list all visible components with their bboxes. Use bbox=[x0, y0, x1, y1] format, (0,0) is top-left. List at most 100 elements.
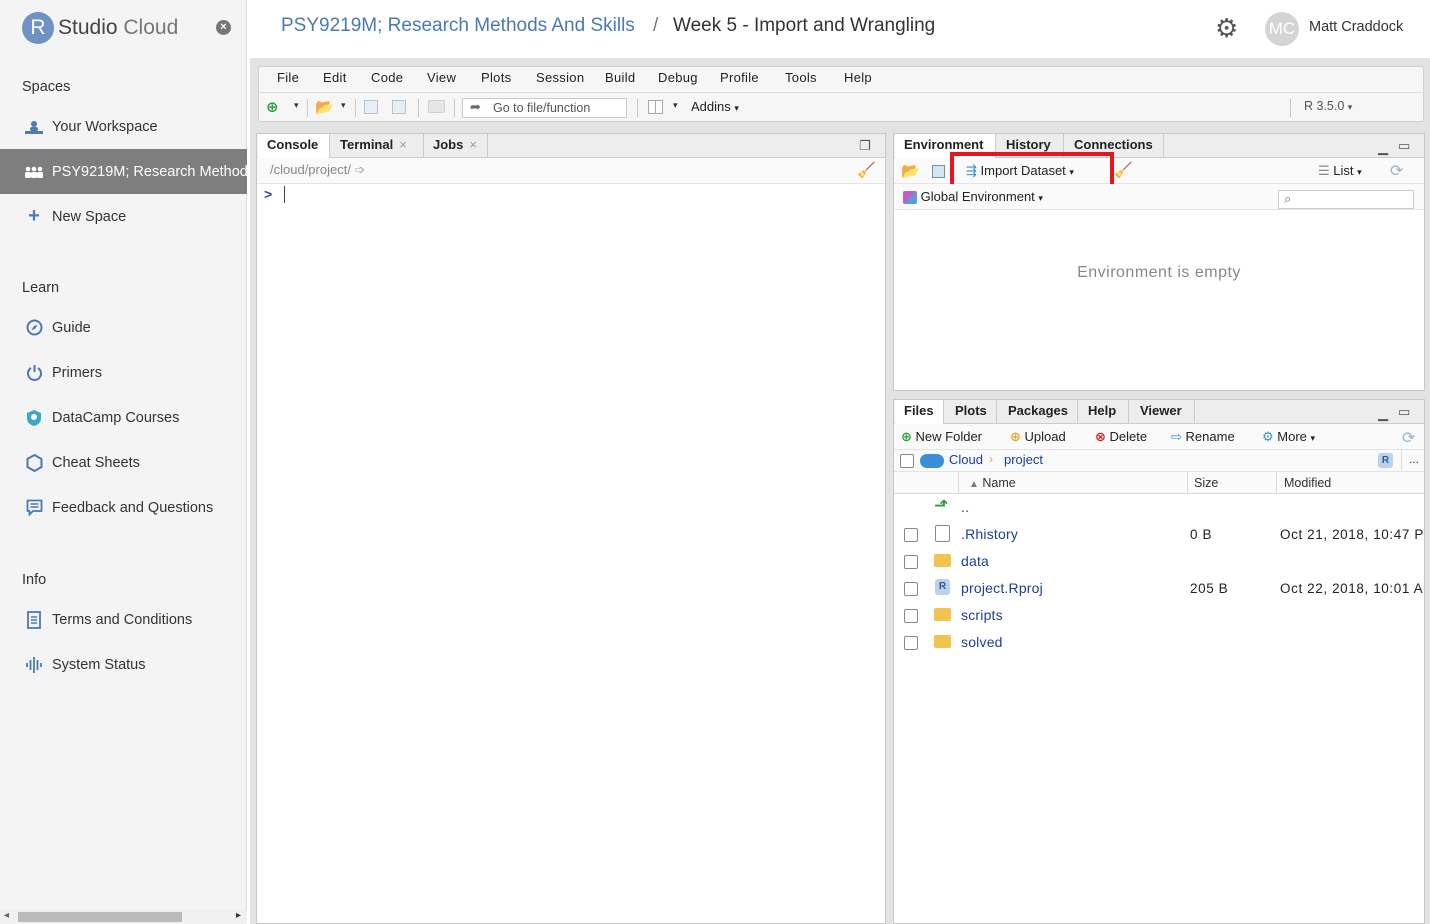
maximize-pane-icon[interactable]: ▭ bbox=[1398, 404, 1410, 420]
column-size[interactable]: Size bbox=[1194, 476, 1218, 490]
upload-button[interactable]: ⊕ Upload bbox=[1010, 429, 1066, 445]
breadcrumb-space-link[interactable]: PSY9219M; Research Methods And Skills bbox=[281, 15, 635, 37]
sidebar-item-psy9219m[interactable]: PSY9219M; Research Methods And Skills bbox=[0, 149, 247, 194]
tab-files[interactable]: Files bbox=[895, 400, 944, 425]
menu-code[interactable]: Code bbox=[371, 70, 403, 85]
print-icon[interactable] bbox=[428, 100, 445, 113]
scroll-left-icon[interactable]: ◂ bbox=[4, 910, 9, 921]
select-all-checkbox[interactable] bbox=[900, 454, 914, 468]
tab-help[interactable]: Help bbox=[1088, 403, 1116, 418]
new-file-icon[interactable]: ⊕ bbox=[266, 98, 279, 116]
menu-view[interactable]: View bbox=[427, 70, 456, 85]
row-checkbox[interactable] bbox=[904, 609, 918, 623]
environment-search-input[interactable] bbox=[1278, 190, 1414, 209]
console-path[interactable]: /cloud/project/ ➩ bbox=[270, 162, 365, 178]
parent-directory-link[interactable]: .. bbox=[961, 499, 969, 515]
menu-debug[interactable]: Debug bbox=[658, 70, 698, 85]
table-row[interactable]: R project.Rproj 205 B Oct 22, 2018, 10:0… bbox=[894, 575, 1424, 602]
console-input-cursor[interactable] bbox=[284, 186, 285, 203]
file-name[interactable]: project.Rproj bbox=[961, 580, 1043, 596]
row-checkbox[interactable] bbox=[904, 555, 918, 569]
environment-scope-select[interactable]: Global Environment ▾ bbox=[903, 189, 1043, 205]
row-checkbox[interactable] bbox=[904, 528, 918, 542]
sidebar-item-feedback[interactable]: Feedback and Questions bbox=[0, 485, 247, 530]
rproject-icon[interactable]: R bbox=[1378, 453, 1393, 468]
new-file-dropdown-icon[interactable]: ▾ bbox=[294, 100, 299, 111]
table-row[interactable]: scripts bbox=[894, 602, 1424, 629]
maximize-pane-icon[interactable]: ▭ bbox=[1398, 138, 1410, 154]
view-mode-list[interactable]: ☰ List ▾ bbox=[1318, 163, 1362, 179]
breadcrumb-cloud[interactable]: Cloud bbox=[949, 452, 983, 467]
save-all-icon[interactable] bbox=[392, 100, 406, 114]
row-checkbox[interactable] bbox=[904, 582, 918, 596]
minimize-pane-icon[interactable]: ▁ bbox=[1378, 140, 1388, 156]
close-sidebar-icon[interactable]: × bbox=[216, 20, 231, 35]
clear-workspace-icon[interactable]: 🧹 bbox=[1114, 161, 1133, 179]
file-name[interactable]: solved bbox=[961, 634, 1003, 650]
goto-directory-icon[interactable]: ➩ bbox=[355, 162, 366, 177]
open-folder-icon[interactable]: 📂 bbox=[315, 98, 334, 116]
goto-file-input[interactable]: Go to file/function bbox=[462, 98, 627, 118]
menu-build[interactable]: Build bbox=[605, 70, 635, 85]
panes-dropdown-icon[interactable]: ▾ bbox=[673, 100, 678, 111]
table-row[interactable]: .Rhistory 0 B Oct 21, 2018, 10:47 PM bbox=[894, 521, 1424, 548]
sidebar-horizontal-scrollbar[interactable]: ◂ ▸ bbox=[0, 910, 247, 924]
load-workspace-icon[interactable]: 📂 bbox=[901, 162, 920, 180]
tab-history[interactable]: History bbox=[1006, 137, 1051, 152]
menu-help[interactable]: Help bbox=[844, 70, 872, 85]
sidebar-item-workspace[interactable]: Your Workspace bbox=[0, 104, 247, 149]
menu-plots[interactable]: Plots bbox=[481, 70, 511, 85]
gear-icon[interactable]: ⚙ bbox=[1215, 13, 1238, 44]
tab-jobs[interactable]: Jobs × bbox=[433, 137, 477, 152]
tab-terminal[interactable]: Terminal × bbox=[340, 137, 407, 152]
sidebar-item-system-status[interactable]: System Status bbox=[0, 642, 247, 687]
clear-console-icon[interactable]: 🧹 bbox=[857, 161, 876, 179]
tab-connections[interactable]: Connections bbox=[1074, 137, 1153, 152]
save-workspace-icon[interactable] bbox=[932, 165, 945, 178]
column-modified[interactable]: Modified bbox=[1284, 476, 1331, 490]
close-icon[interactable]: × bbox=[399, 137, 407, 152]
tab-packages[interactable]: Packages bbox=[1008, 403, 1068, 418]
new-folder-button[interactable]: ⊕ New Folder bbox=[901, 429, 982, 445]
avatar[interactable]: MC bbox=[1265, 12, 1299, 46]
r-version-menu[interactable]: R 3.5.0 ▾ bbox=[1304, 99, 1352, 113]
restore-pane-icon[interactable]: ❐ bbox=[859, 138, 871, 154]
addins-menu[interactable]: Addins ▾ bbox=[691, 99, 739, 114]
tab-plots[interactable]: Plots bbox=[955, 403, 987, 418]
tab-console[interactable]: Console bbox=[258, 134, 330, 159]
delete-button[interactable]: ⊗ Delete bbox=[1095, 429, 1147, 445]
breadcrumb-project[interactable]: project bbox=[1004, 452, 1043, 467]
column-name[interactable]: ▲ Name bbox=[969, 476, 1016, 490]
file-name[interactable]: data bbox=[961, 553, 989, 569]
menu-file[interactable]: File bbox=[277, 70, 299, 85]
row-checkbox[interactable] bbox=[904, 636, 918, 650]
save-icon[interactable] bbox=[364, 100, 378, 114]
menu-profile[interactable]: Profile bbox=[720, 70, 759, 85]
minimize-pane-icon[interactable]: ▁ bbox=[1378, 406, 1388, 422]
refresh-icon[interactable]: ⟳ bbox=[1390, 161, 1403, 181]
more-button[interactable]: ⚙ More ▾ bbox=[1262, 429, 1315, 445]
sidebar-item-new-space[interactable]: + New Space bbox=[0, 194, 247, 239]
sidebar-item-datacamp[interactable]: DataCamp Courses bbox=[0, 395, 247, 440]
table-row[interactable]: data bbox=[894, 548, 1424, 575]
menu-edit[interactable]: Edit bbox=[323, 70, 347, 85]
file-name[interactable]: scripts bbox=[961, 607, 1003, 623]
rename-button[interactable]: ⇨ Rename bbox=[1171, 429, 1235, 445]
scrollbar-thumb[interactable] bbox=[18, 912, 182, 922]
file-name[interactable]: .Rhistory bbox=[961, 526, 1018, 542]
menu-tools[interactable]: Tools bbox=[785, 70, 817, 85]
sidebar-item-guide[interactable]: Guide bbox=[0, 305, 247, 350]
more-path-button[interactable]: ... bbox=[1409, 452, 1419, 466]
open-dropdown-icon[interactable]: ▾ bbox=[341, 100, 346, 111]
user-name[interactable]: Matt Craddock bbox=[1309, 19, 1403, 35]
table-row[interactable]: solved bbox=[894, 629, 1424, 656]
sidebar-item-primers[interactable]: Primers bbox=[0, 350, 247, 395]
close-icon[interactable]: × bbox=[469, 137, 477, 152]
sidebar-item-cheat-sheets[interactable]: Cheat Sheets bbox=[0, 440, 247, 485]
workspace-panes-icon[interactable] bbox=[648, 100, 663, 114]
tab-viewer[interactable]: Viewer bbox=[1140, 403, 1182, 418]
refresh-icon[interactable]: ⟳ bbox=[1402, 428, 1415, 448]
sidebar-item-terms[interactable]: Terms and Conditions bbox=[0, 597, 247, 642]
scroll-right-icon[interactable]: ▸ bbox=[236, 910, 241, 921]
menu-session[interactable]: Session bbox=[536, 70, 584, 85]
